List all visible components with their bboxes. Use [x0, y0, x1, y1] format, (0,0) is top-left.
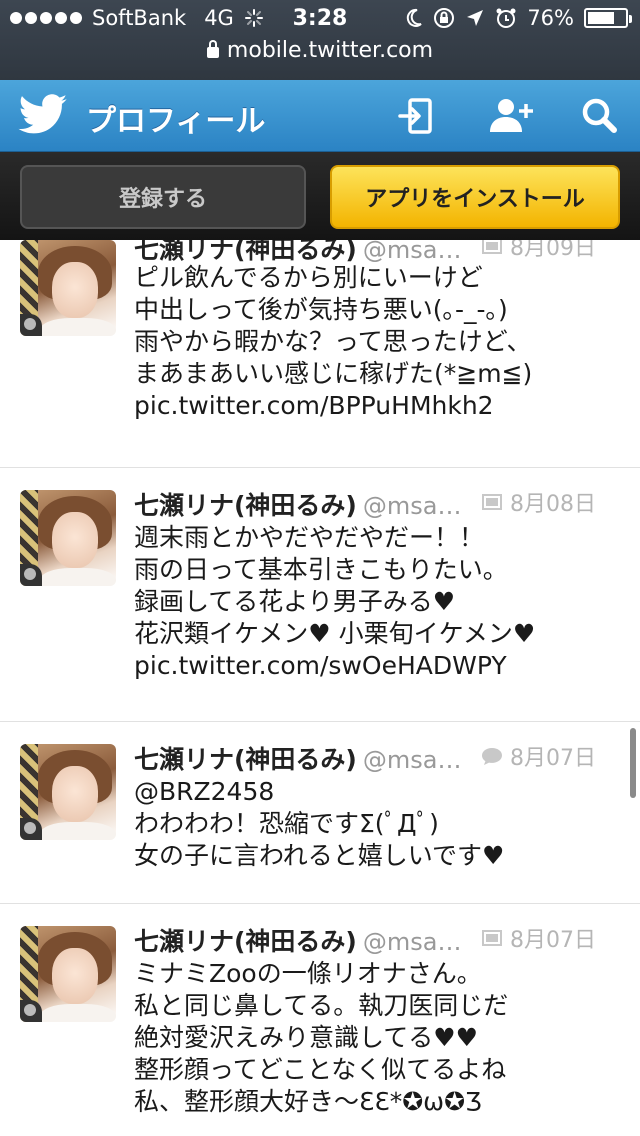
tweet-author-handle: @msa… — [362, 746, 462, 774]
avatar[interactable] — [20, 744, 116, 840]
tweet-date: 8月09日 — [510, 240, 596, 261]
tweet-text-line: 録画してる花より男子みる♥ — [134, 587, 456, 616]
tweet-text-line: 週末雨とかやだやだやだー！！ — [134, 523, 485, 552]
battery-icon — [584, 8, 632, 28]
tweet-text-line: 女の子に言われると嬉しいです♥ — [134, 841, 505, 870]
tweet-text-line: 整形顔ってどことなく似てるよね — [134, 1055, 507, 1084]
tweet[interactable]: 七瀬リナ(神田るみ) @msa… 8月07日 @BRZ2458 わわわわ！恐縮です… — [0, 722, 640, 904]
scrollbar[interactable] — [630, 728, 636, 798]
tweet-author-handle: @msa… — [362, 492, 462, 520]
tweet-link[interactable]: pic.twitter.com/swOeHADWPY — [134, 650, 620, 682]
tweet[interactable]: 七瀬リナ(神田るみ) @msa… 8月09日 ピル飲んでるから別にいーけど 中出し… — [0, 240, 640, 468]
tweet-text-line: 絶対愛沢えみり意識してる♥♥ — [134, 1023, 479, 1052]
action-bar: 登録する アプリをインストール — [0, 152, 640, 240]
tweet[interactable]: 七瀬リナ(神田るみ) @msa… 8月08日 週末雨とかやだやだやだー！！ 雨の日… — [0, 468, 640, 722]
tweet-text-line: 私、整形顔大好き〜ƐƐ*✪ω✪Ʒ — [134, 1087, 482, 1116]
avatar[interactable] — [20, 240, 116, 336]
add-user-icon[interactable] — [486, 94, 534, 138]
install-app-button[interactable]: アプリをインストール — [330, 165, 620, 229]
tweet-author-name[interactable]: 七瀬リナ(神田るみ) — [134, 240, 357, 264]
url-text: mobile.twitter.com — [226, 38, 434, 63]
battery-percent: 76% — [527, 6, 574, 30]
tweet-author-name[interactable]: 七瀬リナ(神田るみ) — [134, 491, 357, 520]
tweet-text-line: 花沢類イケメン♥ 小栗旬イケメン♥ — [134, 619, 536, 648]
app-header: プロフィール — [0, 80, 640, 152]
tweet-text-line: 雨の日って基本引きこもりたい。 — [134, 555, 508, 584]
media-icon — [482, 240, 502, 254]
sign-in-icon[interactable] — [394, 94, 442, 138]
search-icon[interactable] — [576, 94, 624, 138]
alarm-icon — [496, 8, 516, 28]
reply-icon — [482, 748, 502, 765]
twitter-bird-icon[interactable] — [18, 94, 68, 138]
url-bar[interactable]: mobile.twitter.com — [0, 38, 640, 63]
tweet-text-line: わわわわ！恐縮ですΣ(ﾟДﾟ) — [134, 809, 439, 838]
tweet-date: 8月08日 — [510, 492, 596, 517]
register-button[interactable]: 登録する — [20, 165, 306, 229]
tweet-text-line: まあまあいい感じに稼げた(*≧m≦) — [134, 359, 533, 388]
avatar[interactable] — [20, 926, 116, 1022]
status-bar: SoftBank 4G 3:28 76% mobile.twitter.com — [0, 0, 640, 80]
tweet-timeline[interactable]: 七瀬リナ(神田るみ) @msa… 8月09日 ピル飲んでるから別にいーけど 中出し… — [0, 240, 640, 1136]
mention-link[interactable]: @BRZ2458 — [134, 776, 620, 808]
location-arrow-icon — [467, 10, 484, 26]
avatar[interactable] — [20, 490, 116, 586]
tweet-text-line: 雨やから暇かな？って思ったけど、 — [134, 327, 532, 356]
tweet-text-line: ミナミZooの一條リオナさん。 — [134, 959, 482, 988]
tweet-author-handle: @msa… — [362, 928, 462, 956]
tweet-text-line: 私と同じ鼻してる。執刀医同じだ — [134, 991, 509, 1020]
page-title: プロフィール — [86, 104, 266, 139]
lock-icon — [206, 40, 219, 58]
tweet-author-name[interactable]: 七瀬リナ(神田るみ) — [134, 745, 357, 774]
media-icon — [482, 494, 502, 510]
tweet-link[interactable]: pic.twitter.com/BPPuHMhkh2 — [134, 390, 620, 422]
media-icon — [482, 930, 502, 946]
rotation-lock-icon — [434, 8, 455, 28]
tweet-text-line: 中出しって後が気持ち悪い(｡-_-｡) — [134, 295, 508, 324]
tweet-text-line: ピル飲んでるから別にいーけど — [134, 263, 483, 292]
moon-icon — [407, 8, 422, 27]
tweet-author-name[interactable]: 七瀬リナ(神田るみ) — [134, 927, 357, 956]
tweet[interactable]: 七瀬リナ(神田るみ) @msa… 8月07日 ミナミZooの一條リオナさん。 私と… — [0, 904, 640, 1136]
tweet-date: 8月07日 — [510, 746, 596, 771]
tweet-author-handle: @msa… — [362, 240, 462, 264]
tweet-date: 8月07日 — [510, 928, 596, 953]
